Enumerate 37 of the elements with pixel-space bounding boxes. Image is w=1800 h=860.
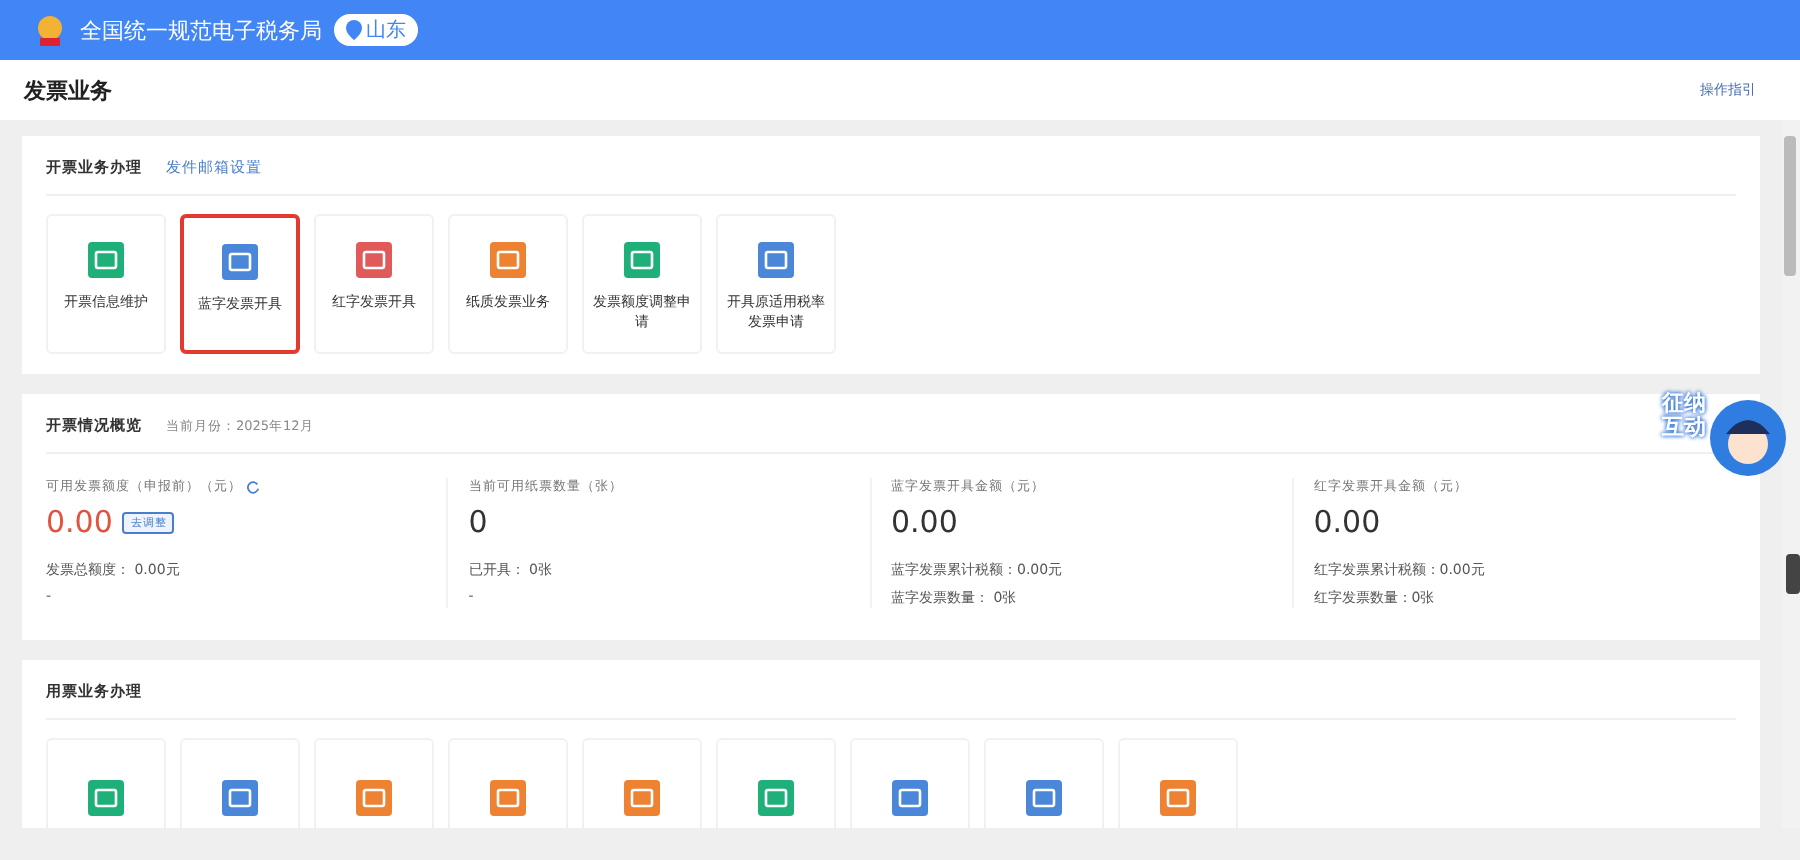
document-icon — [1026, 780, 1062, 816]
stat-value: 0.00 — [891, 504, 958, 540]
assistant-figure-drawing[interactable] — [1710, 400, 1786, 476]
page-title: 发票业务 — [24, 75, 112, 105]
pin-icon — [346, 20, 362, 40]
service-tile[interactable] — [1118, 738, 1238, 828]
stat-value: 0.00 — [46, 504, 113, 540]
document-icon — [222, 780, 258, 816]
service-tile[interactable] — [716, 738, 836, 828]
document-icon — [758, 780, 794, 816]
service-tile[interactable] — [180, 738, 300, 828]
document-icon — [88, 780, 124, 816]
stat-value: 0.00 — [1313, 504, 1381, 540]
document-icon — [356, 242, 392, 278]
side-tab[interactable] — [1786, 554, 1800, 594]
service-tile[interactable] — [46, 738, 166, 828]
service-tile[interactable] — [314, 738, 434, 828]
document-icon — [1160, 780, 1196, 816]
stat-value: 0 — [468, 504, 488, 540]
service-tile[interactable] — [448, 738, 568, 828]
document-icon — [758, 242, 794, 278]
document-icon — [356, 780, 392, 816]
document-icon — [624, 242, 660, 278]
assistant-label[interactable]: 征纳互动 — [1662, 392, 1706, 439]
document-icon — [490, 780, 526, 816]
region-badge[interactable]: 山东 — [334, 14, 418, 46]
emblem-icon — [32, 12, 68, 48]
document-icon — [222, 244, 258, 280]
refresh-icon[interactable] — [246, 480, 260, 494]
document-icon — [490, 242, 526, 278]
service-tile[interactable] — [984, 738, 1104, 828]
document-icon — [88, 242, 124, 278]
site-title: 全国统一规范电子税务局 — [80, 15, 322, 45]
service-tile[interactable] — [582, 738, 702, 828]
document-icon — [624, 780, 660, 816]
document-icon — [892, 780, 928, 816]
service-tile[interactable] — [850, 738, 970, 828]
